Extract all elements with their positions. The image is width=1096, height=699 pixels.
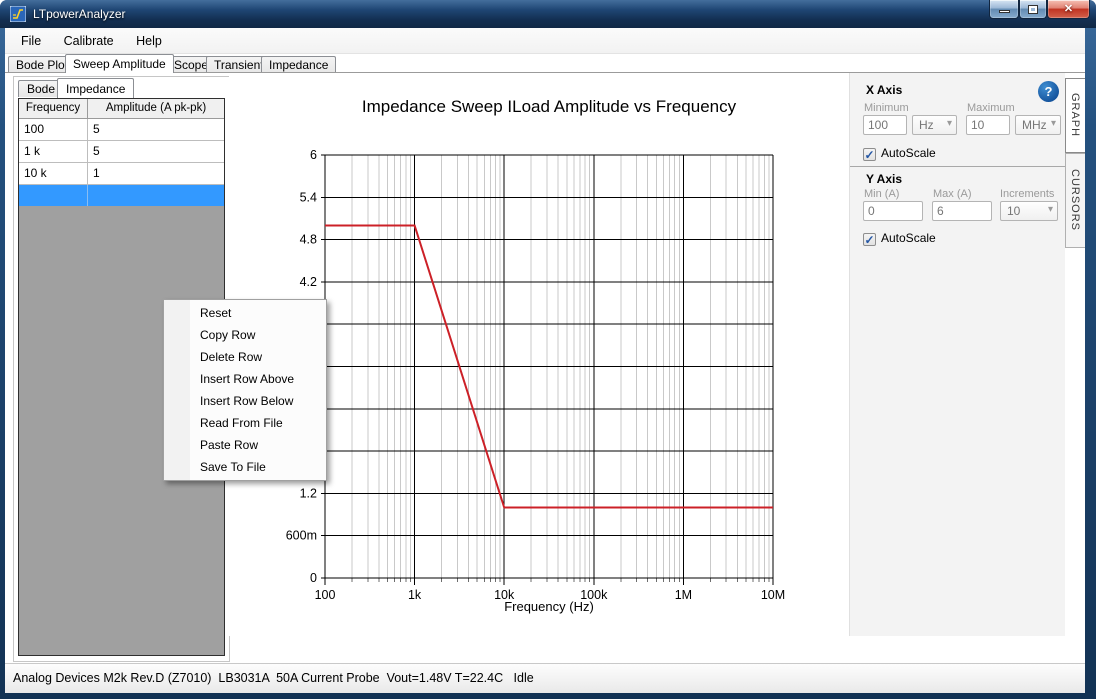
cell-frequency[interactable]: 1 k — [19, 141, 88, 162]
status-text: Analog Devices M2k Rev.D (Z7010) LB3031A… — [13, 664, 534, 693]
x-max-input[interactable] — [966, 115, 1010, 135]
window-title: LTpowerAnalyzer — [33, 7, 125, 21]
tab-impedance[interactable]: Impedance — [261, 56, 336, 72]
y-increments-select[interactable]: 10 ▾ — [1000, 201, 1058, 221]
chart-x-axis-label: Frequency (Hz) — [249, 599, 849, 614]
app-icon — [10, 6, 26, 22]
context-menu-item-read-from-file[interactable]: Read From File — [164, 412, 326, 434]
side-tab-cursors[interactable]: CURSORS — [1065, 153, 1085, 248]
maximize-button[interactable] — [1019, 0, 1047, 19]
svg-text:4.2: 4.2 — [300, 275, 317, 289]
chevron-down-icon: ▾ — [1048, 204, 1053, 215]
table-row[interactable]: 10 k 1 — [19, 163, 224, 185]
cell-frequency[interactable]: 10 k — [19, 163, 88, 184]
menu-help[interactable]: Help — [127, 28, 171, 54]
side-tab-graph[interactable]: GRAPH — [1065, 78, 1085, 153]
menu-calibrate[interactable]: Calibrate — [55, 28, 123, 54]
close-icon: ✕ — [1048, 0, 1089, 18]
close-button[interactable]: ✕ — [1047, 0, 1090, 19]
status-bar: Analog Devices M2k Rev.D (Z7010) LB3031A… — [5, 663, 1085, 693]
context-menu-item-copy-row[interactable]: Copy Row — [164, 324, 326, 346]
context-menu-item-save-to-file[interactable]: Save To File — [164, 456, 326, 478]
x-axis-section-title: X Axis — [866, 83, 902, 97]
check-icon: ✓ — [864, 234, 875, 246]
svg-text:6: 6 — [310, 148, 317, 162]
tab-sweep-amplitude[interactable]: Sweep Amplitude — [65, 54, 174, 73]
x-autoscale-checkbox[interactable]: ✓AutoScale — [863, 144, 936, 162]
svg-text:4.8: 4.8 — [300, 233, 317, 247]
main-tab-strip: Bode Plot Sweep Amplitude Scope Transien… — [5, 54, 1085, 72]
cell-amplitude[interactable]: 5 — [88, 141, 224, 162]
context-menu-item-paste-row[interactable]: Paste Row — [164, 434, 326, 456]
table-header: Frequency Amplitude (A pk-pk) — [19, 99, 224, 119]
context-menu-item-insert-row-above[interactable]: Insert Row Above — [164, 368, 326, 390]
y-min-label: Min (A) — [864, 188, 899, 200]
title-bar[interactable]: LTpowerAnalyzer ✕ — [0, 0, 1096, 28]
svg-text:5.4: 5.4 — [300, 190, 317, 204]
x-min-unit-select[interactable]: Hz ▾ — [912, 115, 957, 135]
x-min-input[interactable] — [863, 115, 907, 135]
minimize-icon — [999, 10, 1010, 13]
cell-amplitude[interactable]: 5 — [88, 119, 224, 140]
subtab-impedance[interactable]: Impedance — [57, 78, 134, 98]
svg-text:0: 0 — [310, 571, 317, 585]
minimize-button[interactable] — [989, 0, 1019, 19]
check-icon: ✓ — [864, 149, 875, 161]
table-row-selected[interactable] — [19, 185, 224, 206]
x-min-label: Minimum — [864, 102, 909, 114]
cell-amplitude[interactable]: 1 — [88, 163, 224, 184]
y-autoscale-checkbox[interactable]: ✓AutoScale — [863, 229, 936, 247]
context-menu-item-delete-row[interactable]: Delete Row — [164, 346, 326, 368]
y-axis-section-title: Y Axis — [866, 172, 902, 186]
chevron-down-icon: ▾ — [1051, 118, 1056, 129]
y-max-input[interactable] — [932, 201, 992, 221]
y-min-input[interactable] — [863, 201, 923, 221]
app-window: LTpowerAnalyzer ✕ File Calibrate Help Bo… — [0, 0, 1096, 699]
side-tab-strip: GRAPH CURSORS — [1065, 73, 1085, 636]
maximize-icon — [1028, 5, 1038, 14]
x-max-unit-select[interactable]: MHz ▾ — [1015, 115, 1061, 135]
cell-frequency[interactable]: 100 — [19, 119, 88, 140]
svg-text:1.2: 1.2 — [300, 486, 317, 500]
axis-settings-panel: X Axis ? Minimum Hz ▾ Maximum MHz ▾ ✓Aut… — [849, 73, 1065, 636]
section-divider — [850, 166, 1066, 167]
table-row[interactable]: 1 k 5 — [19, 141, 224, 163]
table-context-menu: Reset Copy Row Delete Row Insert Row Abo… — [163, 299, 327, 481]
svg-text:600m: 600m — [286, 529, 317, 543]
x-max-label: Maximum — [967, 102, 1015, 114]
menu-file[interactable]: File — [12, 28, 50, 54]
column-header-frequency[interactable]: Frequency — [19, 99, 88, 118]
help-icon[interactable]: ? — [1038, 81, 1059, 102]
context-menu-item-reset[interactable]: Reset — [164, 302, 326, 324]
y-max-label: Max (A) — [933, 188, 972, 200]
context-menu-item-insert-row-below[interactable]: Insert Row Below — [164, 390, 326, 412]
table-row[interactable]: 100 5 — [19, 119, 224, 141]
y-increments-label: Increments — [1000, 188, 1054, 200]
chevron-down-icon: ▾ — [947, 118, 952, 129]
column-header-amplitude[interactable]: Amplitude (A pk-pk) — [88, 99, 224, 118]
menu-bar: File Calibrate Help — [5, 28, 1085, 54]
